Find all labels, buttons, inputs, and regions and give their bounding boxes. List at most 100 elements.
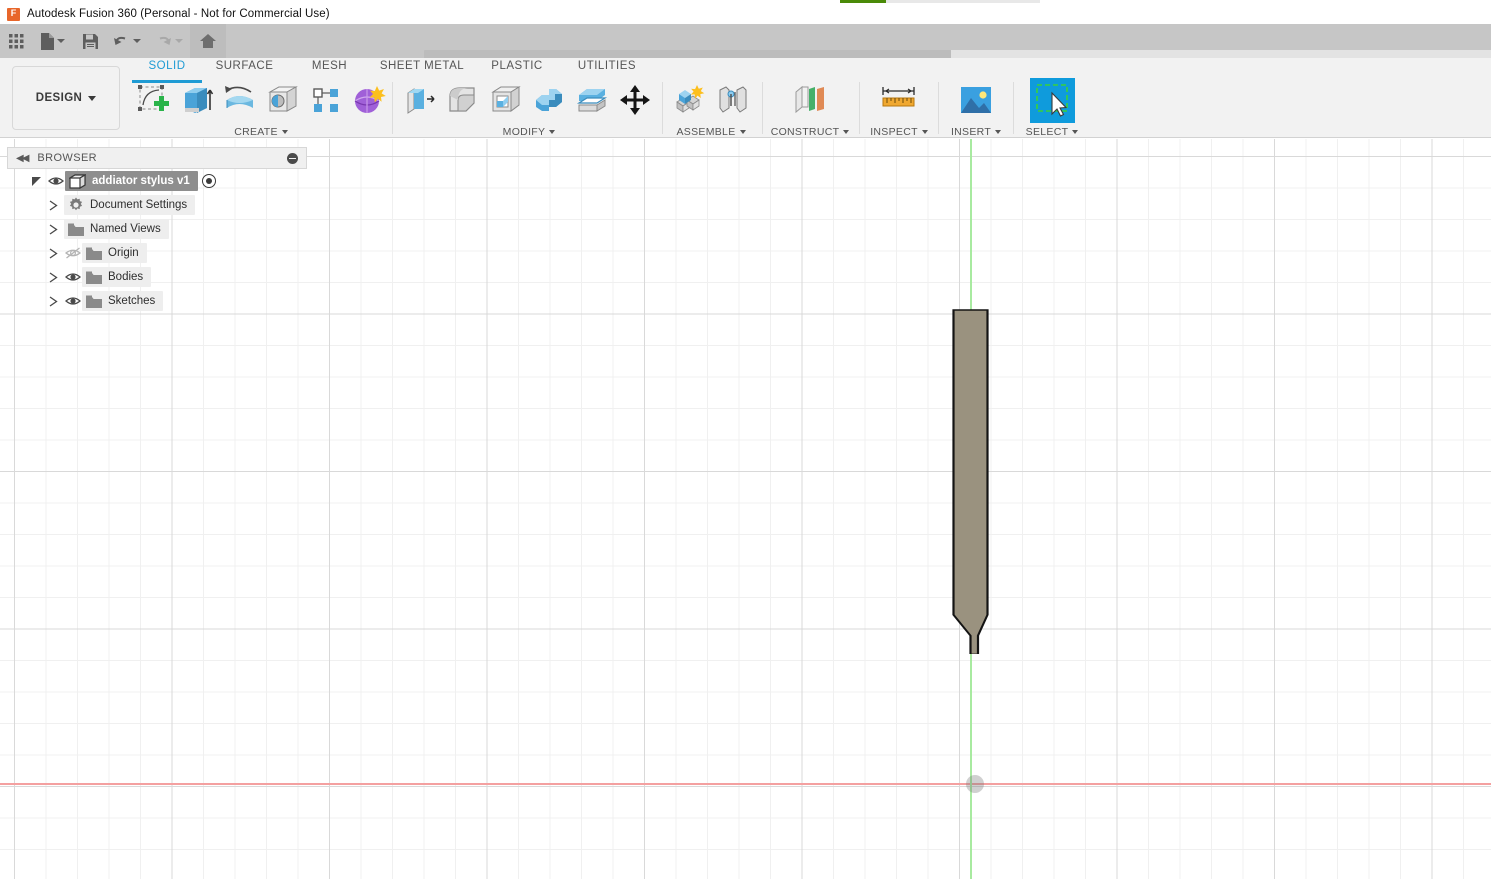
undo-button[interactable]	[106, 24, 148, 58]
tree-item-pill[interactable]: Document Settings	[64, 195, 195, 215]
measure-tool[interactable]	[878, 78, 921, 122]
tree-row-origin[interactable]: Origin	[7, 241, 307, 265]
tree-row-bodies[interactable]: Bodies	[7, 265, 307, 289]
stylus-body-model[interactable]	[952, 309, 1002, 654]
expand-toggle[interactable]	[25, 177, 47, 186]
chevron-down-icon	[1072, 130, 1078, 134]
redo-button[interactable]	[148, 24, 190, 58]
component-cube-icon	[69, 174, 86, 189]
panel-inspect: INSPECT	[865, 78, 933, 138]
tree-item-label: Sketches	[108, 295, 155, 307]
chevron-down-icon	[922, 130, 928, 134]
form-sculpt-icon	[352, 84, 386, 116]
select-tool[interactable]	[1028, 78, 1076, 122]
panel-select: SELECT	[1019, 78, 1085, 138]
tree-item-label: Bodies	[108, 271, 143, 283]
home-button[interactable]	[190, 24, 226, 58]
tree-item-label: Origin	[108, 247, 139, 259]
folder-icon	[86, 247, 102, 260]
visibility-eye-icon[interactable]	[47, 172, 65, 190]
panel-insert-label[interactable]: INSERT	[944, 126, 1008, 138]
visibility-eye-icon[interactable]	[64, 268, 82, 286]
combine-tool[interactable]	[527, 78, 570, 122]
insert-image-tool[interactable]	[955, 78, 998, 122]
chevron-down-icon	[282, 130, 288, 134]
joint-tool[interactable]	[711, 78, 754, 122]
tree-root-pill[interactable]: addiator stylus v1	[65, 171, 198, 191]
hole-tool[interactable]	[261, 78, 304, 122]
tree-row-root[interactable]: addiator stylus v1	[7, 169, 307, 193]
tree-item-pill[interactable]: Origin	[82, 243, 147, 263]
hole-icon	[266, 84, 300, 116]
pattern-icon	[309, 84, 343, 116]
expand-toggle[interactable]	[42, 272, 64, 283]
offset-plane-tool[interactable]	[789, 78, 832, 122]
tree-item-pill[interactable]: Named Views	[64, 219, 169, 239]
panel-separator	[762, 82, 763, 134]
expand-toggle[interactable]	[42, 248, 64, 259]
redo-arrow-icon	[155, 34, 172, 49]
expand-toggle[interactable]	[42, 296, 64, 307]
fillet-icon	[446, 84, 480, 116]
create-form-tool[interactable]	[347, 78, 390, 122]
rectangular-pattern-tool[interactable]	[304, 78, 347, 122]
browser-header: ◀◀ BROWSER	[7, 147, 307, 169]
panel-assemble: ASSEMBLE	[668, 78, 754, 138]
chevron-down-icon	[57, 39, 65, 43]
revolve-tool[interactable]	[218, 78, 261, 122]
fillet-tool[interactable]	[441, 78, 484, 122]
panel-insert: INSERT	[944, 78, 1008, 138]
new-component-tool[interactable]	[668, 78, 711, 122]
tree-root-label: addiator stylus v1	[92, 175, 190, 187]
chevron-down-icon	[133, 39, 141, 43]
chevron-down-icon	[995, 130, 1001, 134]
create-sketch-tool[interactable]	[132, 78, 175, 122]
tree-item-pill[interactable]: Sketches	[82, 291, 163, 311]
save-button[interactable]	[74, 24, 106, 58]
tree-row-named-views[interactable]: Named Views	[7, 217, 307, 241]
extrude-tool[interactable]	[175, 78, 218, 122]
visibility-eye-icon[interactable]	[64, 292, 82, 310]
triangle-right-icon	[49, 248, 58, 259]
press-pull-tool[interactable]	[398, 78, 441, 122]
workspace-selector[interactable]: DESIGN	[12, 66, 120, 130]
panel-assemble-label[interactable]: ASSEMBLE	[668, 126, 754, 138]
move-copy-tool[interactable]	[613, 78, 656, 122]
combine-icon	[532, 84, 566, 116]
panel-modify-label[interactable]: MODIFY	[398, 126, 660, 138]
triangle-right-icon	[49, 200, 58, 211]
triangle-down-icon	[32, 177, 41, 186]
panel-inspect-label[interactable]: INSPECT	[865, 126, 933, 138]
tab-mesh-label: MESH	[312, 60, 347, 72]
origin-point[interactable]	[966, 775, 984, 793]
tree-item-pill[interactable]: Bodies	[82, 267, 151, 287]
canvas-viewport[interactable]: ◀◀ BROWSER addiator stylus v1	[0, 139, 1491, 879]
app-title: Autodesk Fusion 360 (Personal - Not for …	[27, 8, 330, 20]
press-pull-icon	[403, 84, 437, 116]
workspace-label: DESIGN	[36, 92, 83, 104]
tree-row-document-settings[interactable]: Document Settings	[7, 193, 307, 217]
triangle-right-icon	[49, 224, 58, 235]
expand-toggle[interactable]	[42, 200, 64, 211]
chevron-down-icon	[175, 39, 183, 43]
expand-toggle[interactable]	[42, 224, 64, 235]
app-grid-button[interactable]	[0, 24, 32, 58]
panel-create-label[interactable]: CREATE	[132, 126, 390, 138]
activate-component-radio[interactable]	[202, 174, 216, 188]
panel-separator	[392, 82, 393, 134]
panel-separator	[938, 82, 939, 134]
split-face-tool[interactable]	[570, 78, 613, 122]
new-file-button[interactable]	[32, 24, 74, 58]
double-chevron-left-icon[interactable]: ◀◀	[16, 153, 27, 164]
folder-icon	[86, 295, 102, 308]
panel-create: CREATE	[132, 78, 390, 138]
panel-select-label[interactable]: SELECT	[1019, 126, 1085, 138]
minimize-circle-icon[interactable]	[287, 153, 298, 164]
tab-sheet-metal-label: SHEET METAL	[380, 60, 464, 72]
tree-row-sketches[interactable]: Sketches	[7, 289, 307, 313]
chevron-down-icon	[549, 130, 555, 134]
triangle-right-icon	[49, 272, 58, 283]
panel-construct-label[interactable]: CONSTRUCT	[768, 126, 852, 138]
shell-tool[interactable]	[484, 78, 527, 122]
visibility-eye-off-icon[interactable]	[64, 244, 82, 262]
